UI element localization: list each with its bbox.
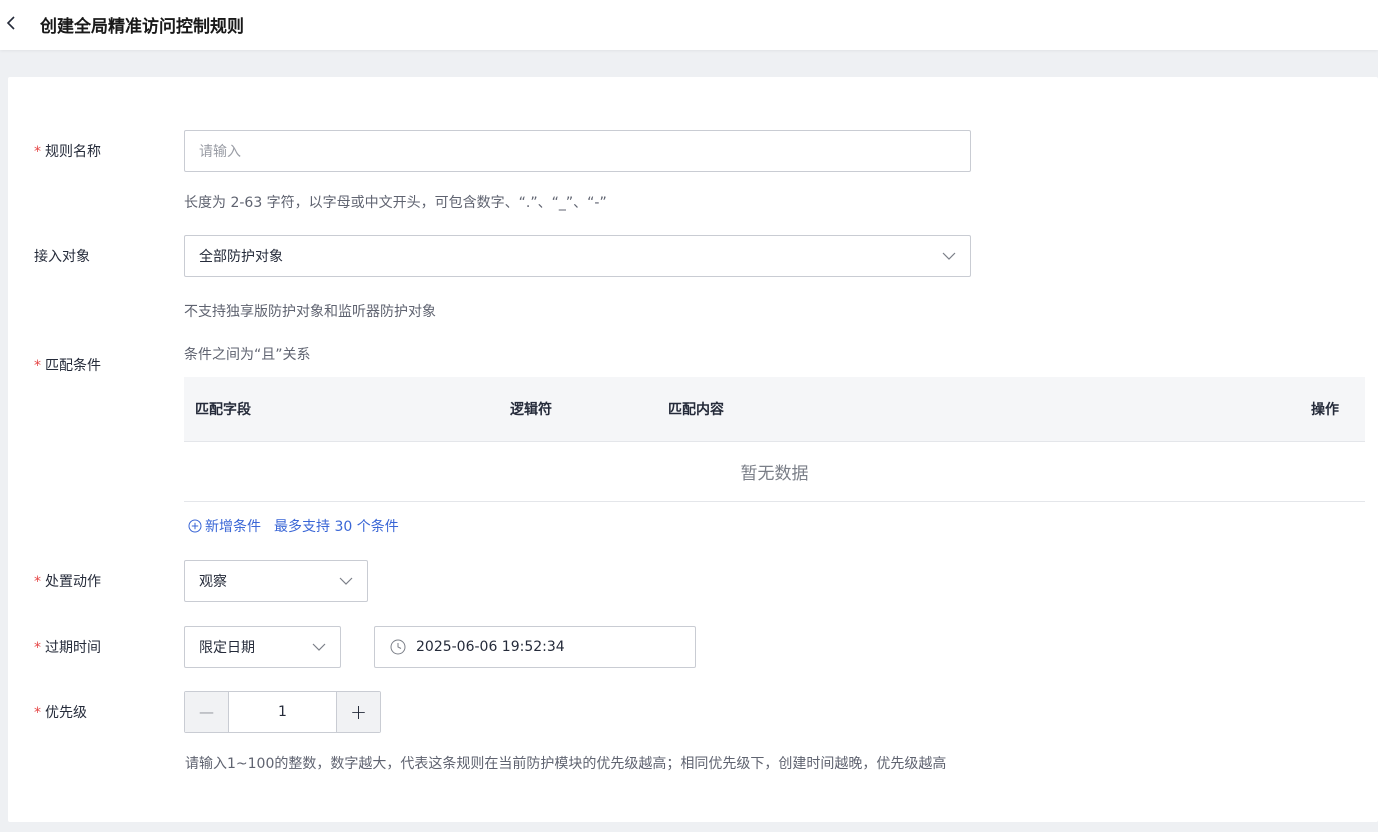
priority-label: * 优先级 [34,705,87,721]
column-header-operator: 逻辑符 [510,402,552,418]
chevron-left-icon[interactable] [5,14,19,32]
priority-decrement-button[interactable]: — [185,692,229,732]
plus-icon: + [350,700,367,724]
priority-hint: 请输入1~100的整数，数字越大，代表这条规则在当前防护模块的优先级越高；相同优… [185,756,947,772]
access-object-select[interactable]: 全部防护对象 [184,235,971,277]
clock-icon [390,639,406,655]
action-select[interactable]: 观察 [184,560,368,602]
rule-name-input[interactable]: 请输入 [184,130,971,172]
conditions-relation-note: 条件之间为“且”关系 [184,347,311,363]
action-label: * 处置动作 [34,574,101,590]
max-conditions-note: 最多支持 30 个条件 [274,519,399,535]
expire-mode-select[interactable]: 限定日期 [184,626,341,668]
required-mark: * [34,705,41,721]
add-condition-label: 新增条件 [205,519,261,535]
page-header: 创建全局精准访问控制规则 [0,0,1378,50]
match-conditions-label: * 匹配条件 [34,358,101,374]
priority-stepper: — 1 + [184,691,381,733]
rule-name-hint: 长度为 2-63 字符，以字母或中文开头，可包含数字、“.”、“_”、“-” [184,195,607,211]
add-condition-row: 新增条件 最多支持 30 个条件 [188,516,399,536]
required-mark: * [34,574,41,590]
access-object-label: 接入对象 [34,249,90,265]
column-header-content: 匹配内容 [668,402,724,418]
rule-name-label: * 规则名称 [34,144,101,160]
conditions-table-header: 匹配字段 逻辑符 匹配内容 操作 [184,377,1365,442]
form-card: * 规则名称 请输入 长度为 2-63 字符，以字母或中文开头，可包含数字、“.”… [8,77,1378,822]
chevron-down-icon [312,643,326,651]
action-value: 观察 [199,574,227,590]
expire-mode-value: 限定日期 [199,640,255,656]
required-mark: * [34,358,41,374]
add-condition-button[interactable]: 新增条件 [188,516,261,536]
chevron-down-icon [339,577,353,585]
rule-name-placeholder: 请输入 [199,144,241,160]
chevron-down-icon [942,252,956,260]
column-header-field: 匹配字段 [195,402,251,418]
column-header-action: 操作 [1311,402,1339,418]
priority-increment-button[interactable]: + [336,692,380,732]
priority-input[interactable]: 1 [229,692,336,732]
expire-datetime-picker[interactable]: 2025-06-06 19:52:34 [374,626,696,668]
minus-icon: — [199,703,214,721]
access-object-hint: 不支持独享版防护对象和监听器防护对象 [184,304,436,320]
empty-table-message: 暂无数据 [184,441,1365,502]
required-mark: * [34,640,41,656]
access-object-value: 全部防护对象 [199,249,283,265]
expire-datetime-value: 2025-06-06 19:52:34 [416,639,565,655]
expire-time-label: * 过期时间 [34,640,101,656]
required-mark: * [34,144,41,160]
page-title: 创建全局精准访问控制规则 [40,17,244,37]
plus-circle-icon [188,519,202,533]
